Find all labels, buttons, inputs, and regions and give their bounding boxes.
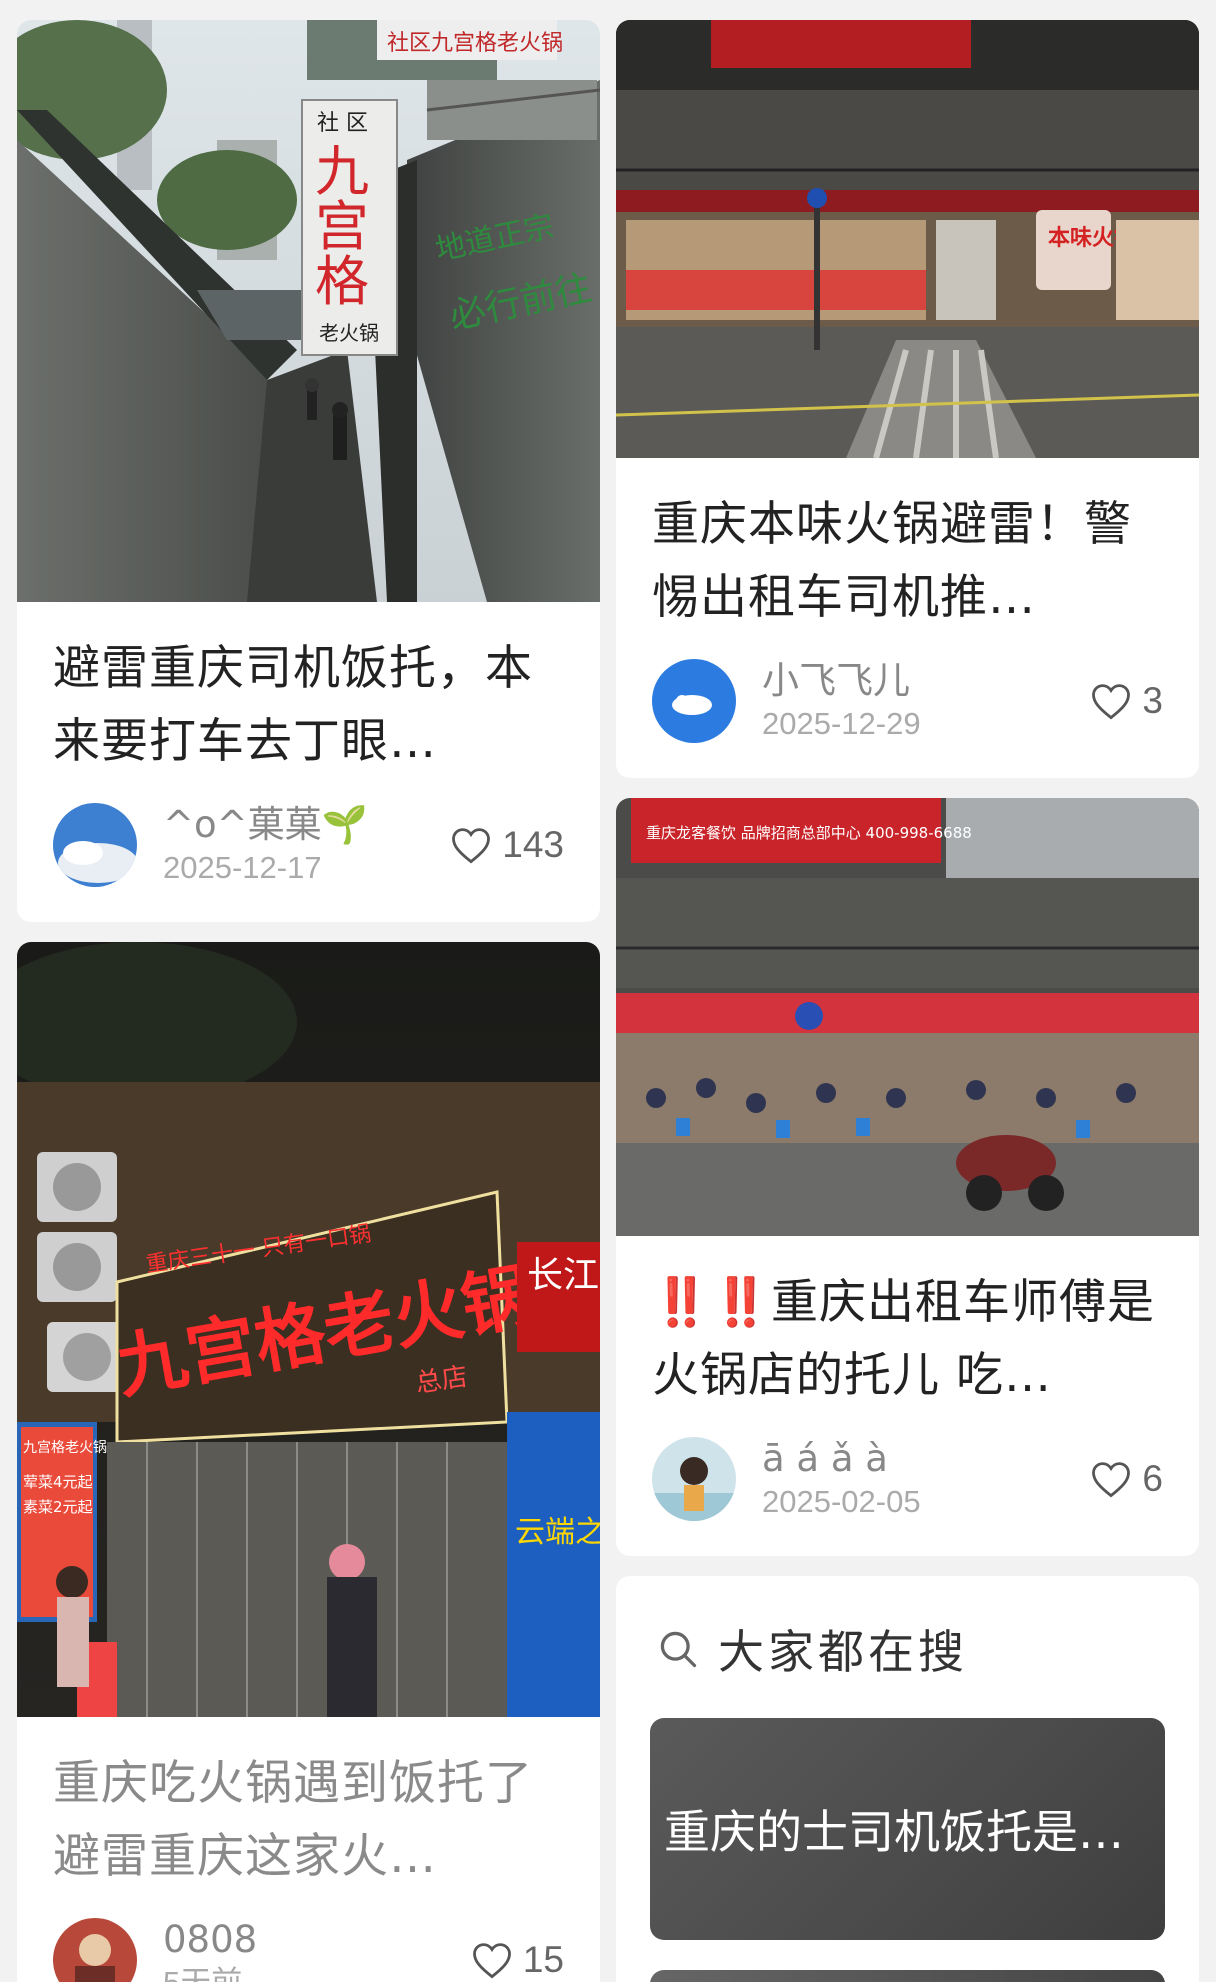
note-title[interactable]: 避雷重庆司机饭托，本来要打车去丁眼… xyxy=(53,632,564,778)
banner-text: 重庆龙客餐饮 品牌招商总部中心 400-998-6688 xyxy=(646,824,972,842)
note-card[interactable]: 社区九宫格老火锅 社 区 九 宫 格 老火锅 地道正宗 必行前往 避雷重庆司机饭… xyxy=(17,20,600,922)
heart-icon xyxy=(1092,684,1131,720)
note-card[interactable]: 重庆三十一 只有一口锅 九宫格老火锅 总店 长江游售 九宫格老火锅 xyxy=(17,942,600,1982)
svg-text:社 区: 社 区 xyxy=(317,111,368,136)
author-avatar[interactable] xyxy=(652,1437,736,1521)
waterfall-feed: 社区九宫格老火锅 社 区 九 宫 格 老火锅 地道正宗 必行前往 避雷重庆司机饭… xyxy=(0,0,1216,1982)
suggested-search-item[interactable]: 重庆的士司机饭托是… xyxy=(650,1718,1165,1940)
post-date: 2025-12-17 xyxy=(163,850,322,885)
feed-column-left: 社区九宫格老火锅 社 区 九 宫 格 老火锅 地道正宗 必行前往 避雷重庆司机饭… xyxy=(17,20,600,1982)
like-button[interactable]: 15 xyxy=(471,1939,564,1981)
note-title[interactable]: 重庆本味火锅避雷！警惕出租车司机推… xyxy=(652,488,1163,634)
like-count: 15 xyxy=(522,1939,564,1980)
note-title[interactable]: 重庆吃火锅遇到饭托了 避雷重庆这家火… xyxy=(53,1747,564,1893)
heart-icon xyxy=(1092,1462,1131,1498)
like-button[interactable]: 6 xyxy=(1090,1458,1163,1500)
note-card[interactable]: 重庆龙客餐饮 品牌招商总部中心 400-998-6688 ‼️‼️重庆出租车师傅… xyxy=(616,798,1199,1556)
like-button[interactable]: 3 xyxy=(1090,680,1163,722)
suggested-search-item[interactable] xyxy=(650,1970,1165,1982)
svg-text:宫: 宫 xyxy=(315,195,369,258)
blue-sign-text: 云端之 xyxy=(515,1515,600,1550)
svg-text:格: 格 xyxy=(315,250,369,313)
heart-icon xyxy=(452,828,491,864)
suggestions-heading: 大家都在搜 xyxy=(718,1625,968,1679)
author-avatar[interactable] xyxy=(53,1918,137,1982)
poster-title: 九宫格老火锅 xyxy=(23,1440,107,1456)
alley-photo: 社区九宫格老火锅 社 区 九 宫 格 老火锅 地道正宗 必行前往 xyxy=(17,20,600,602)
note-cover-image[interactable]: 社区九宫格老火锅 社 区 九 宫 格 老火锅 地道正宗 必行前往 xyxy=(17,20,600,602)
note-card[interactable]: 本味火锅 重庆本味火锅避雷！警惕出租车司机推… 小飞飞儿 2025-12-29 … xyxy=(616,20,1199,778)
author-avatar[interactable] xyxy=(652,659,736,743)
svg-text:老火锅: 老火锅 xyxy=(319,321,379,345)
note-cover-image[interactable]: 本味火锅 xyxy=(616,20,1199,458)
note-title[interactable]: ‼️‼️重庆出租车师傅是火锅店的托儿 吃… xyxy=(652,1266,1163,1412)
poster-line2: 素菜2元起 xyxy=(23,1498,93,1516)
storefront-photo: 本味火锅 xyxy=(616,20,1199,458)
author-name[interactable]: ^o^菓菓🌱 xyxy=(163,802,450,848)
search-suggestions-card: 大家都在搜 重庆的士司机饭托是… xyxy=(616,1576,1199,1982)
author-avatar[interactable] xyxy=(53,803,137,887)
svg-text:九: 九 xyxy=(315,140,369,203)
top-sign-text: 社区九宫格老火锅 xyxy=(387,31,563,56)
poster-line1: 荤菜4元起 xyxy=(23,1473,93,1491)
post-date: 2025-12-29 xyxy=(762,706,921,741)
like-count: 143 xyxy=(502,824,564,865)
search-icon xyxy=(660,1631,697,1668)
restaurant-night-photo: 重庆三十一 只有一口锅 九宫格老火锅 总店 长江游售 九宫格老火锅 xyxy=(17,942,600,1717)
feed-column-right: 本味火锅 重庆本味火锅避雷！警惕出租车司机推… 小飞飞儿 2025-12-29 … xyxy=(616,20,1199,1982)
like-button[interactable]: 143 xyxy=(450,824,564,866)
side-sign-text: 长江游售 xyxy=(527,1255,600,1296)
post-date: 2025-02-05 xyxy=(762,1484,921,1519)
author-name[interactable]: 0808 xyxy=(163,1917,471,1963)
like-count: 3 xyxy=(1142,680,1163,721)
street-restaurant-photo: 重庆龙客餐饮 品牌招商总部中心 400-998-6688 xyxy=(616,798,1199,1236)
note-cover-image[interactable]: 重庆龙客餐饮 品牌招商总部中心 400-998-6688 xyxy=(616,798,1199,1236)
heart-icon xyxy=(472,1943,511,1979)
author-name[interactable]: 小飞飞儿 xyxy=(762,658,1090,704)
like-count: 6 xyxy=(1142,1458,1163,1499)
author-name[interactable]: ā á ǎ à xyxy=(762,1436,1090,1482)
note-cover-image[interactable]: 重庆三十一 只有一口锅 九宫格老火锅 总店 长江游售 九宫格老火锅 xyxy=(17,942,600,1717)
post-date: 5天前 xyxy=(163,1963,471,1982)
